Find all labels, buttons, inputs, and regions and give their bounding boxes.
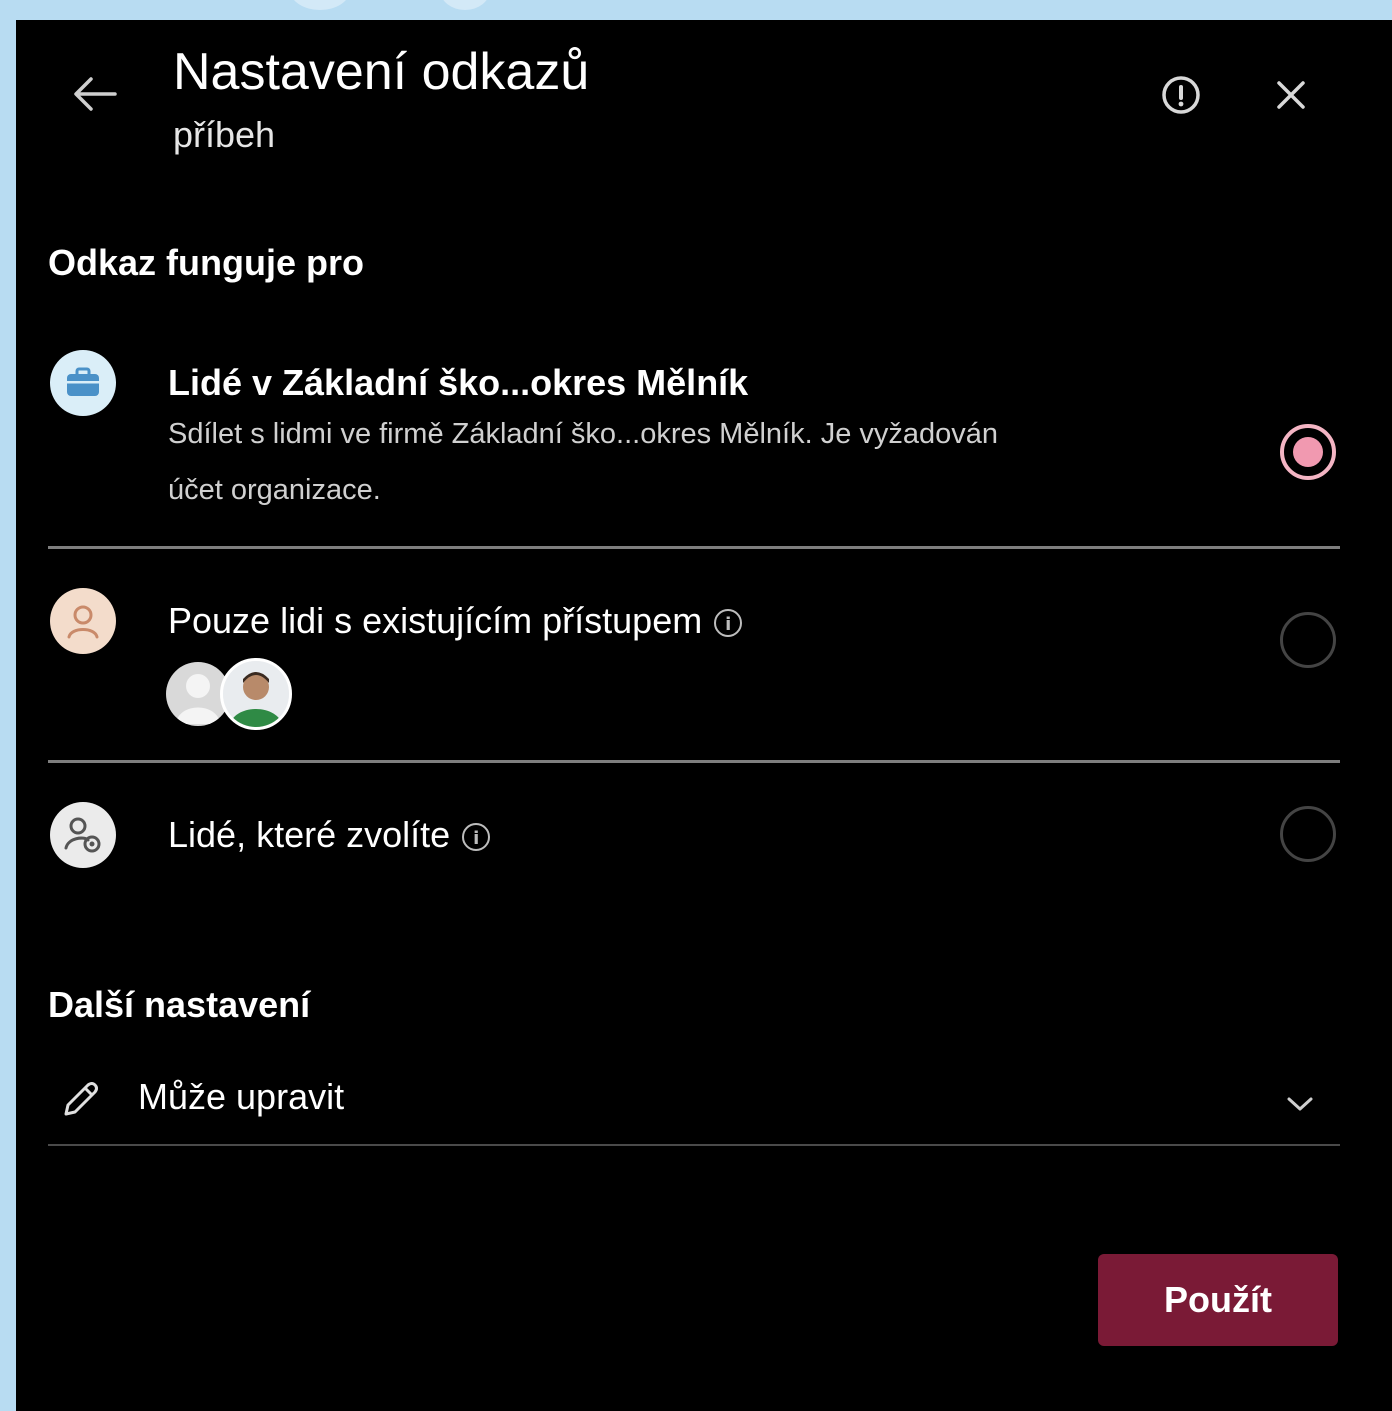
chevron-down-icon (1287, 1097, 1313, 1111)
radio-selected-dot (1293, 437, 1323, 467)
more-settings-heading: Další nastavení (48, 984, 311, 1025)
option-organization-description: Sdílet s lidmi ve firmě Základní ško...o… (168, 418, 999, 506)
option-organization-radio[interactable] (1280, 424, 1336, 480)
info-icon[interactable]: i (462, 823, 491, 852)
back-button[interactable] (68, 72, 122, 116)
link-settings-dialog: Nastavení odkazů příbeh Odkaz funguje pr… (16, 20, 1392, 1411)
option-existing-access-title-row: Pouze lidi s existujícím přístupem i (168, 600, 743, 642)
existing-access-avatar (50, 588, 116, 654)
pencil-icon (64, 1082, 98, 1116)
arrow-left-icon (74, 77, 117, 111)
option-existing-access-radio[interactable] (1280, 612, 1336, 668)
divider (48, 1144, 1340, 1146)
option-people-you-choose-title: Lidé, které zvolíte (168, 814, 451, 855)
avatar (220, 658, 292, 730)
option-people-you-choose-radio[interactable] (1280, 806, 1336, 862)
dialog-title: Nastavení odkazů (173, 43, 590, 101)
permission-dropdown[interactable]: Může upravit (48, 1066, 1340, 1142)
user-photo-icon (223, 661, 289, 727)
organization-avatar (50, 350, 116, 416)
info-icon (1162, 76, 1200, 114)
option-organization-title: Lidé v Základní ško...okres Mělník (168, 362, 749, 403)
link-works-for-heading: Odkaz funguje pro (48, 242, 365, 283)
dialog-subtitle: příbeh (173, 114, 276, 155)
person-icon (67, 605, 99, 639)
background-shape (290, 0, 350, 10)
divider (48, 760, 1340, 763)
info-button[interactable] (1156, 72, 1206, 118)
background-shape (440, 0, 490, 10)
option-existing-access-title: Pouze lidi s existujícím přístupem (168, 600, 703, 641)
option-people-you-choose-title-row: Lidé, které zvolíte i (168, 814, 491, 856)
option-organization[interactable]: Lidé v Základní ško...okres Mělník Sdíle… (48, 346, 1348, 536)
option-people-you-choose[interactable]: Lidé, které zvolíte i (48, 800, 1348, 890)
close-icon (1277, 81, 1305, 109)
option-existing-access[interactable]: Pouze lidi s existujícím přístupem i (48, 584, 1348, 744)
people-settings-icon (64, 817, 101, 853)
apply-button[interactable]: Použít (1098, 1254, 1338, 1346)
close-button[interactable] (1268, 72, 1314, 118)
permission-value: Může upravit (138, 1076, 345, 1117)
briefcase-icon (67, 367, 99, 396)
info-icon[interactable]: i (714, 609, 743, 638)
divider (48, 546, 1340, 549)
people-you-choose-avatar (50, 802, 116, 868)
